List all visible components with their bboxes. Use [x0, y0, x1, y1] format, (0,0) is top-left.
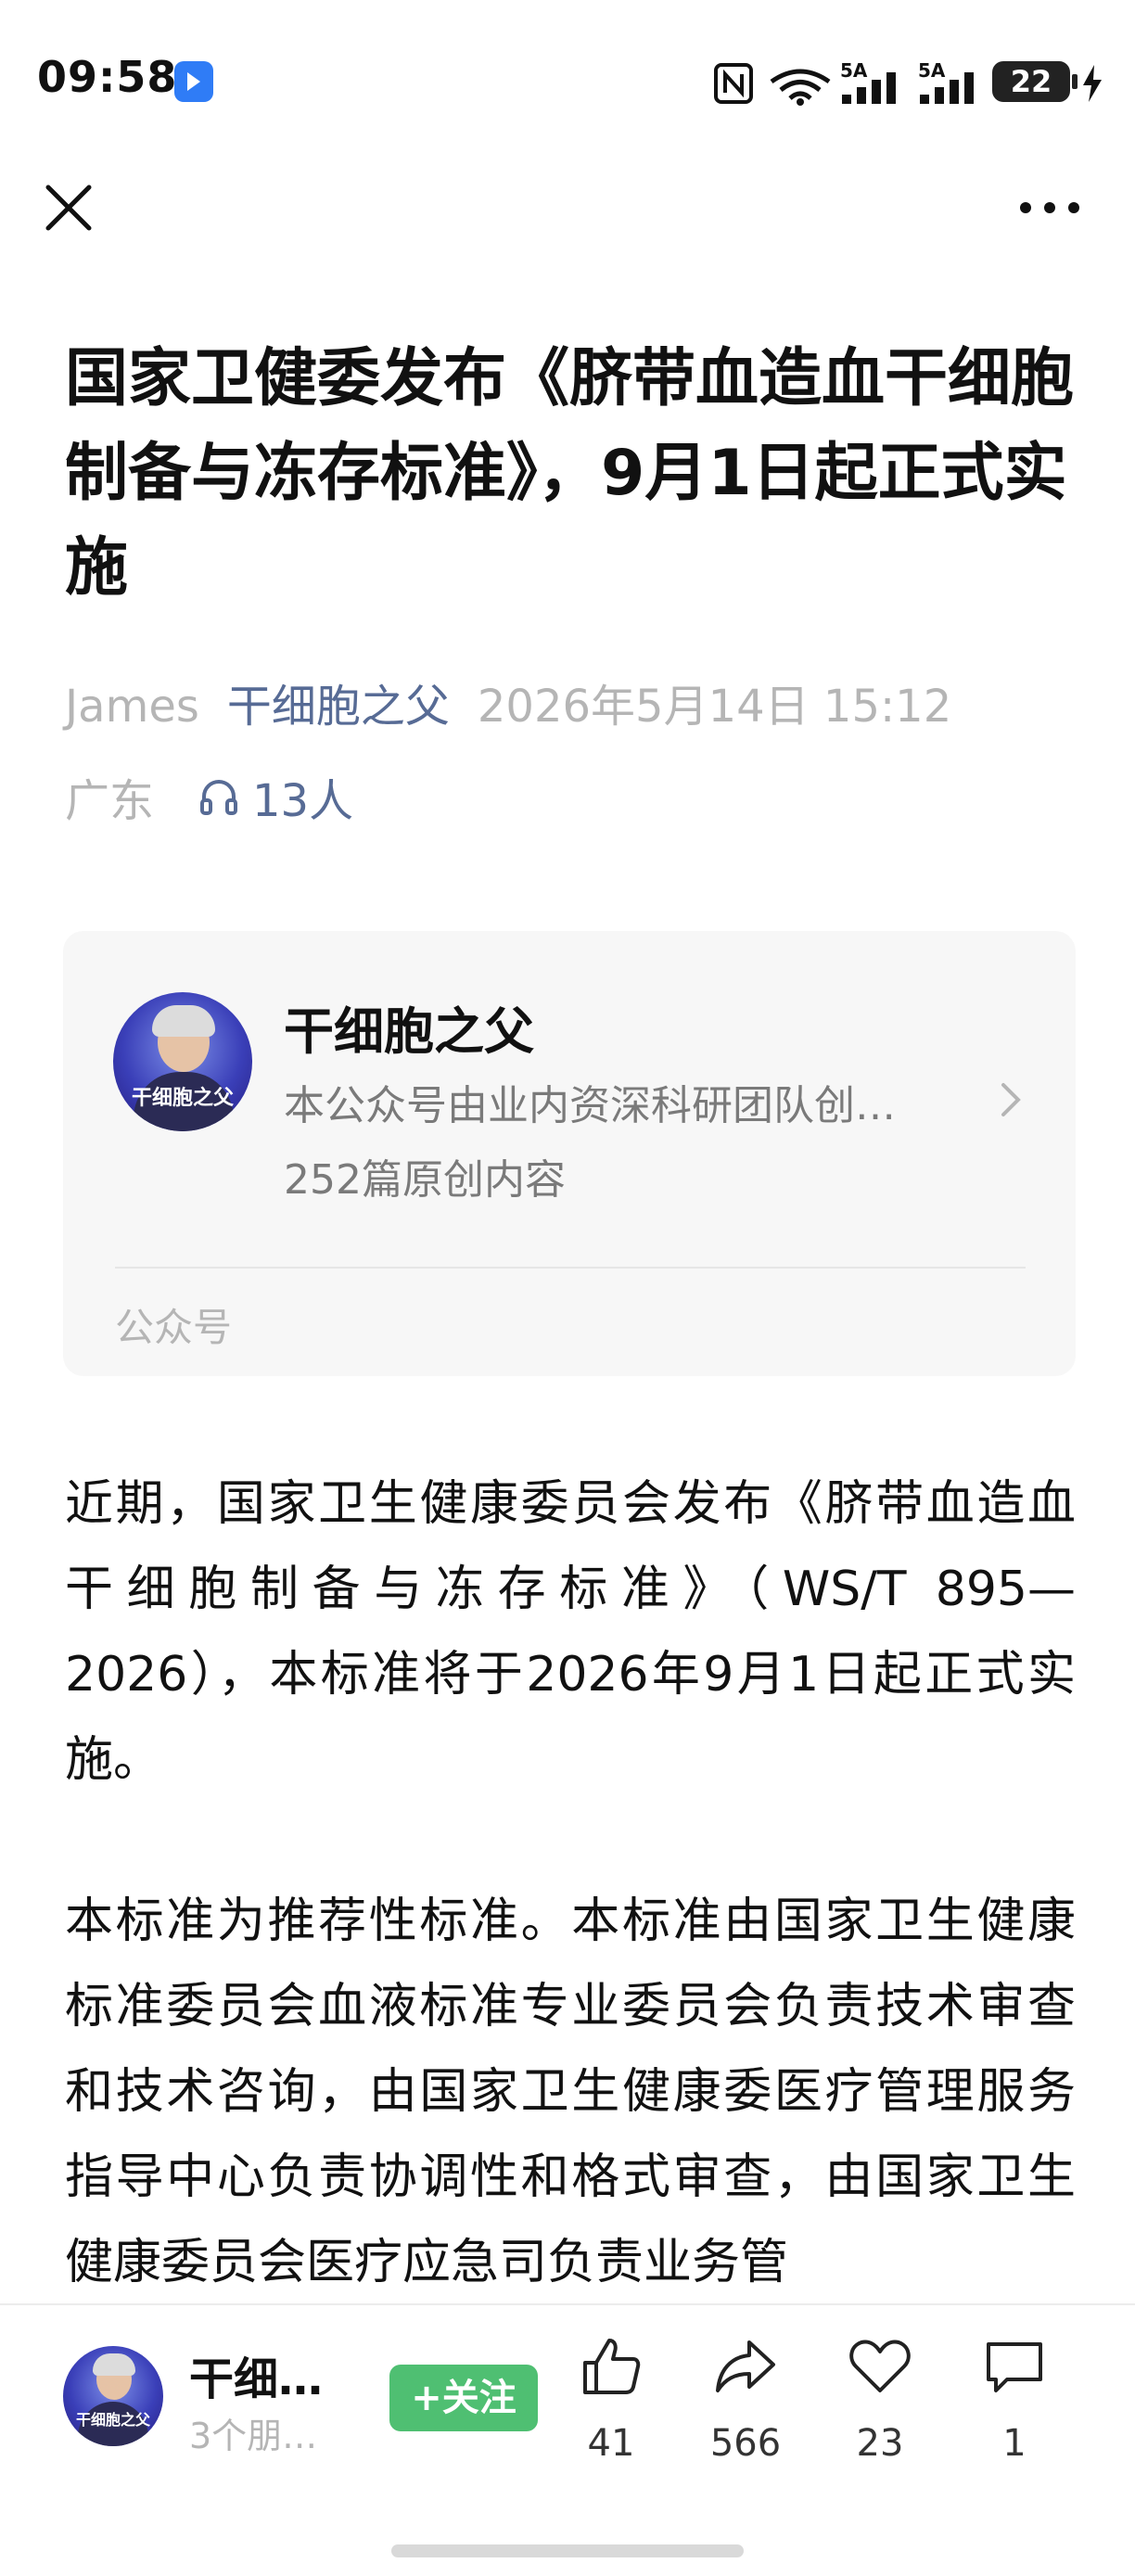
more-icon[interactable] [1016, 185, 1083, 230]
account-type-label: 公众号 [115, 1305, 233, 1350]
article-meta: James 干细胞之父 2026年5月14日 15:12 [65, 670, 951, 734]
battery-cap [1072, 74, 1078, 89]
friends-followed-text: 3个朋… [189, 2416, 318, 2456]
article-meta-line2: 广东 13人 [65, 764, 353, 829]
app-notification-icon [174, 61, 213, 102]
comment-button[interactable]: 1 [963, 2333, 1065, 2465]
thumbs-up-icon [583, 2339, 641, 2394]
wifi-icon [770, 69, 831, 106]
article-paragraph: 近期，国家卫生健康委员会发布《脐带血造血干细胞制备与冻存标准》（WS/T 895… [65, 1476, 1076, 1788]
like-count: 41 [587, 2422, 635, 2465]
headphone-icon [200, 780, 238, 815]
account-avatar[interactable]: 干细胞之父 [113, 992, 252, 1131]
like-button[interactable]: 41 [560, 2333, 662, 2465]
original-count: 252篇原创内容 [284, 1156, 566, 1204]
account-description: 本公众号由业内资深科研团队创… [284, 1082, 896, 1129]
charging-icon [1083, 65, 1102, 102]
avatar-logo-text: 干细胞之父 [75, 2411, 150, 2429]
card-divider [115, 1267, 1026, 1269]
account-link[interactable]: 干细胞之父 [227, 681, 450, 733]
favorite-count: 23 [856, 2422, 904, 2465]
author-name: James [65, 681, 199, 733]
home-indicator[interactable] [391, 2544, 744, 2557]
battery-icon: 22 [992, 61, 1070, 102]
heart-icon [849, 2340, 911, 2392]
signal-2-icon [920, 72, 974, 104]
nfc-icon [714, 63, 753, 104]
chevron-right-icon[interactable] [998, 1081, 1024, 1118]
article-title: 国家卫健委发布《脐带血造血干细胞制备与冻存标准》，9月1日起正式实施 [65, 342, 1075, 605]
status-time: 09:58 [37, 52, 178, 102]
listen-button[interactable]: 13人 [197, 764, 353, 829]
article-paragraph: 本标准为推荐性标准。本标准由国家卫生健康标准委员会血液标准专业委员会负责技术审查… [65, 1894, 1076, 2290]
account-name: 干细胞之父 [284, 1002, 534, 1061]
signal-1-icon [842, 72, 896, 104]
follow-button[interactable]: +关注 [389, 2365, 538, 2431]
location: 广东 [65, 775, 155, 827]
favorite-button[interactable]: 23 [829, 2333, 931, 2465]
bottom-account-avatar[interactable]: 干细胞之父 [63, 2346, 163, 2446]
bottom-account-name[interactable]: 干细… [189, 2342, 323, 2407]
listener-count: 13人 [252, 775, 354, 827]
close-icon[interactable] [43, 182, 95, 234]
avatar-logo-text: 干细胞之父 [131, 1087, 234, 1110]
publish-date: 2026年5月14日 15:12 [477, 681, 952, 733]
share-icon [716, 2340, 775, 2392]
comment-icon [987, 2342, 1042, 2392]
share-count: 566 [709, 2422, 782, 2465]
comment-count: 1 [1002, 2422, 1027, 2465]
share-button[interactable]: 566 [695, 2333, 797, 2465]
